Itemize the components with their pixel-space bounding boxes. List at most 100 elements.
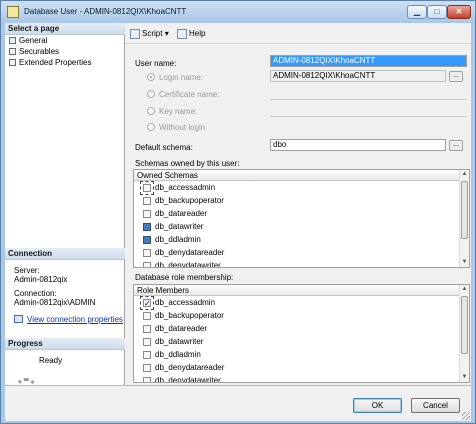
- page-item-general[interactable]: General: [7, 35, 123, 46]
- page-list: General Securables Extended Properties: [7, 35, 123, 68]
- list-item-label: db_datawriter: [155, 337, 204, 346]
- certificate-name-label: Certificate name:: [159, 90, 220, 99]
- scroll-thumb[interactable]: [461, 181, 468, 239]
- list-item[interactable]: db_accessadmin: [134, 296, 469, 310]
- toolbar-divider: [126, 43, 471, 44]
- list-item[interactable]: db_backupoperator: [134, 309, 469, 322]
- owned-schemas-header: Owned Schemas: [134, 170, 469, 181]
- script-icon: [130, 28, 140, 39]
- scroll-thumb[interactable]: [461, 296, 468, 354]
- user-name-input[interactable]: ADMIN-0812QIX\KhoaCNTT: [270, 55, 467, 67]
- connection-header: Connection: [5, 248, 125, 260]
- role-membership-label: Database role membership:: [135, 273, 234, 282]
- list-item[interactable]: db_denydatareader: [134, 246, 469, 259]
- schema-checkbox[interactable]: [143, 197, 151, 205]
- default-schema-input[interactable]: dbo: [270, 139, 446, 151]
- role-members-list[interactable]: Role Members db_accessadmin db_backupope…: [133, 284, 470, 383]
- maximize-button[interactable]: □: [427, 5, 447, 19]
- list-item[interactable]: db_denydatareader: [134, 361, 469, 374]
- help-icon: [177, 28, 187, 39]
- role-checkbox[interactable]: [143, 338, 151, 346]
- list-item-label: db_backupoperator: [155, 196, 224, 205]
- role-checkbox[interactable]: [140, 296, 154, 310]
- list-item[interactable]: db_datareader: [134, 322, 469, 335]
- schemas-owned-list[interactable]: Owned Schemas db_accessadmin db_backupop…: [133, 169, 470, 268]
- login-name-input: ADMIN-0812QIX\KhoaCNTT: [270, 70, 446, 82]
- without-login-radio[interactable]: [147, 123, 155, 131]
- list-item[interactable]: db_datawriter: [134, 335, 469, 348]
- list-item-label: db_ddladmin: [155, 350, 201, 359]
- list-item-label: db_denydatawriter: [155, 261, 221, 268]
- list-item[interactable]: db_datareader: [134, 207, 469, 220]
- select-page-header: Select a page: [5, 23, 125, 35]
- certificate-name-radio[interactable]: [147, 90, 155, 98]
- help-button[interactable]: Help: [177, 27, 205, 41]
- dialog-client: Select a page General Securables Extende…: [5, 23, 471, 421]
- page-item-label: Extended Properties: [19, 58, 92, 67]
- page-item-label: General: [19, 36, 48, 45]
- list-item-label: db_denydatareader: [155, 248, 225, 257]
- login-name-browse-button[interactable]: ...: [449, 71, 463, 82]
- connection-label: Connection:: [14, 289, 57, 298]
- dialog-footer: OK Cancel: [5, 385, 471, 421]
- list-item-label: db_backupoperator: [155, 311, 224, 320]
- view-connection-properties-link[interactable]: View connection properties: [27, 315, 137, 324]
- scroll-up-icon[interactable]: ▲: [460, 285, 469, 294]
- schema-checkbox[interactable]: [143, 249, 151, 257]
- default-schema-label: Default schema:: [135, 143, 193, 152]
- page-item-extended-properties[interactable]: Extended Properties: [7, 57, 123, 68]
- progress-header: Progress: [5, 338, 125, 350]
- schema-checkbox[interactable]: [143, 210, 151, 218]
- title-bar[interactable]: Database User - ADMIN-0812QIX\KhoaCNTT ▁…: [1, 1, 475, 23]
- page-icon: [9, 48, 16, 55]
- ok-button[interactable]: OK: [353, 398, 402, 413]
- left-pane: Select a page General Securables Extende…: [5, 23, 125, 400]
- list-item-label: db_datawriter: [155, 222, 204, 231]
- key-name-input: [270, 116, 467, 117]
- scroll-down-icon[interactable]: ▼: [460, 258, 469, 267]
- page-item-securables[interactable]: Securables: [7, 46, 123, 57]
- page-icon: [9, 59, 16, 66]
- cancel-button[interactable]: Cancel: [411, 398, 460, 413]
- help-label: Help: [189, 29, 206, 38]
- connection-value: Admin-0812qix\ADMIN: [14, 298, 96, 307]
- connection-properties-icon: [14, 315, 23, 323]
- script-label: Script: [142, 29, 163, 38]
- login-name-radio[interactable]: [147, 73, 155, 81]
- list-item[interactable]: db_denydatawriter: [134, 374, 469, 382]
- schema-checkbox[interactable]: [143, 262, 151, 267]
- list-item-label: db_ddladmin: [155, 235, 201, 244]
- list-item-label: db_accessadmin: [155, 298, 216, 307]
- key-name-label: Key name:: [159, 107, 198, 116]
- key-name-radio[interactable]: [147, 107, 155, 115]
- schema-checkbox[interactable]: [143, 223, 151, 231]
- list-item[interactable]: db_ddladmin: [134, 233, 469, 246]
- list-item[interactable]: db_ddladmin: [134, 348, 469, 361]
- list-item[interactable]: db_backupoperator: [134, 194, 469, 207]
- scroll-down-icon[interactable]: ▼: [460, 373, 469, 382]
- scroll-up-icon[interactable]: ▲: [460, 170, 469, 179]
- schema-checkbox[interactable]: [143, 236, 151, 244]
- list-item[interactable]: db_accessadmin: [134, 181, 469, 195]
- default-schema-browse-button[interactable]: ...: [449, 140, 463, 151]
- role-checkbox[interactable]: [143, 312, 151, 320]
- schema-checkbox[interactable]: [140, 181, 154, 195]
- login-name-label: Login name:: [159, 73, 204, 82]
- script-button[interactable]: Script ▾: [130, 27, 169, 41]
- list-item[interactable]: db_denydatawriter: [134, 259, 469, 268]
- close-button[interactable]: ✕: [447, 5, 471, 19]
- roles-scrollbar[interactable]: ▲ ▼: [459, 285, 469, 382]
- list-item-label: db_datareader: [155, 324, 208, 333]
- schemas-scrollbar[interactable]: ▲ ▼: [459, 170, 469, 267]
- minimize-button[interactable]: ▁: [407, 5, 427, 19]
- resize-grip-icon[interactable]: [462, 412, 470, 420]
- chevron-down-icon[interactable]: ▾: [165, 29, 169, 38]
- role-checkbox[interactable]: [143, 325, 151, 333]
- list-item[interactable]: db_datawriter: [134, 220, 469, 233]
- list-item-label: db_datareader: [155, 209, 208, 218]
- role-checkbox[interactable]: [143, 364, 151, 372]
- role-checkbox[interactable]: [143, 377, 151, 382]
- role-checkbox[interactable]: [143, 351, 151, 359]
- app-icon: [7, 6, 19, 18]
- list-item-label: db_accessadmin: [155, 183, 216, 192]
